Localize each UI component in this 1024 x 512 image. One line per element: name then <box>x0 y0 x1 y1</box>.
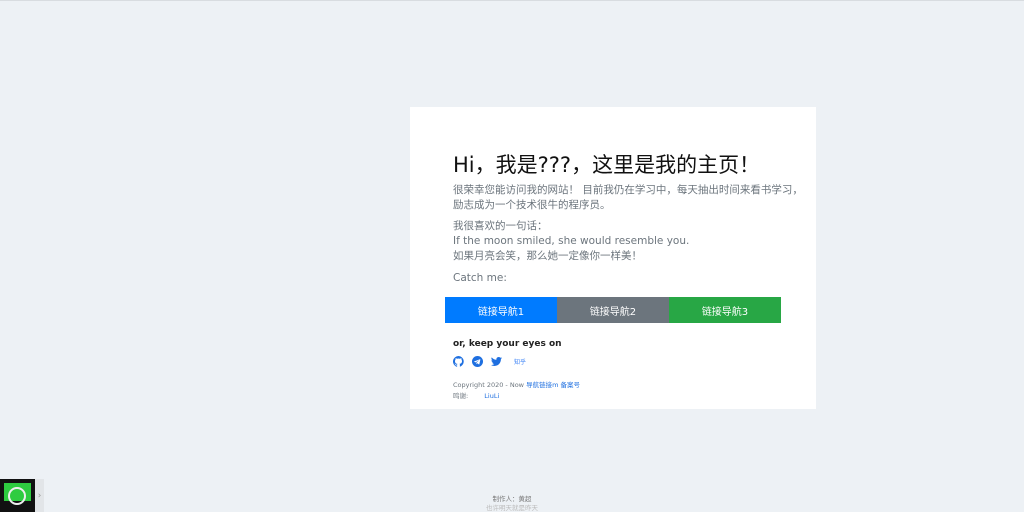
footer-motto: 也许明天就是昨天 <box>486 504 538 512</box>
quote-en: If the moon smiled, she would resemble y… <box>453 235 690 247</box>
eyes-heading: or, keep your eyes on <box>453 339 562 349</box>
quote-zh: 如果月亮会笑，那么她一定像你一样美！ <box>453 250 642 262</box>
nav-button-2[interactable]: 链接导航2 <box>557 297 669 323</box>
nav-link[interactable]: 导航链接m <box>526 381 558 389</box>
intro-line: 励志成为一个技术很牛的程序员。 <box>453 199 611 211</box>
nav-buttons: 链接导航1 链接导航2 链接导航3 <box>445 297 781 323</box>
catch-me-label: Catch me: <box>453 272 507 284</box>
quote: 我很喜欢的一句话： If the moon smiled, she would … <box>453 219 689 264</box>
thanks-label: 鸣谢: <box>453 392 469 400</box>
copyright-line: Copyright 2020 - Now 导航链接m 备案号 <box>453 379 580 389</box>
beian-link[interactable]: 备案号 <box>561 381 581 389</box>
thanks-line: 鸣谢: LiuLi <box>453 390 499 400</box>
github-icon[interactable] <box>453 356 464 367</box>
intro-line: 很荣幸您能访问我的网站！ 目前我仍在学习中，每天抽出时间来看书学习， <box>453 184 803 196</box>
intro-text: 很荣幸您能访问我的网站！ 目前我仍在学习中，每天抽出时间来看书学习， 励志成为一… <box>453 183 803 213</box>
nav-button-3[interactable]: 链接导航3 <box>669 297 781 323</box>
copyright-text: Copyright 2020 - Now <box>453 381 525 389</box>
nav-button-1[interactable]: 链接导航1 <box>445 297 557 323</box>
telegram-icon[interactable] <box>472 356 483 367</box>
social-links: 知乎 <box>453 356 526 367</box>
twitter-icon[interactable] <box>491 356 502 367</box>
thanks-link[interactable]: LiuLi <box>484 392 499 400</box>
zhihu-link[interactable]: 知乎 <box>514 357 526 366</box>
quote-label: 我很喜欢的一句话： <box>453 220 548 232</box>
profile-card: Hi，我是???，这里是我的主页！ 很荣幸您能访问我的网站！ 目前我仍在学习中，… <box>410 107 816 409</box>
page-title: Hi，我是???，这里是我的主页！ <box>453 153 761 177</box>
